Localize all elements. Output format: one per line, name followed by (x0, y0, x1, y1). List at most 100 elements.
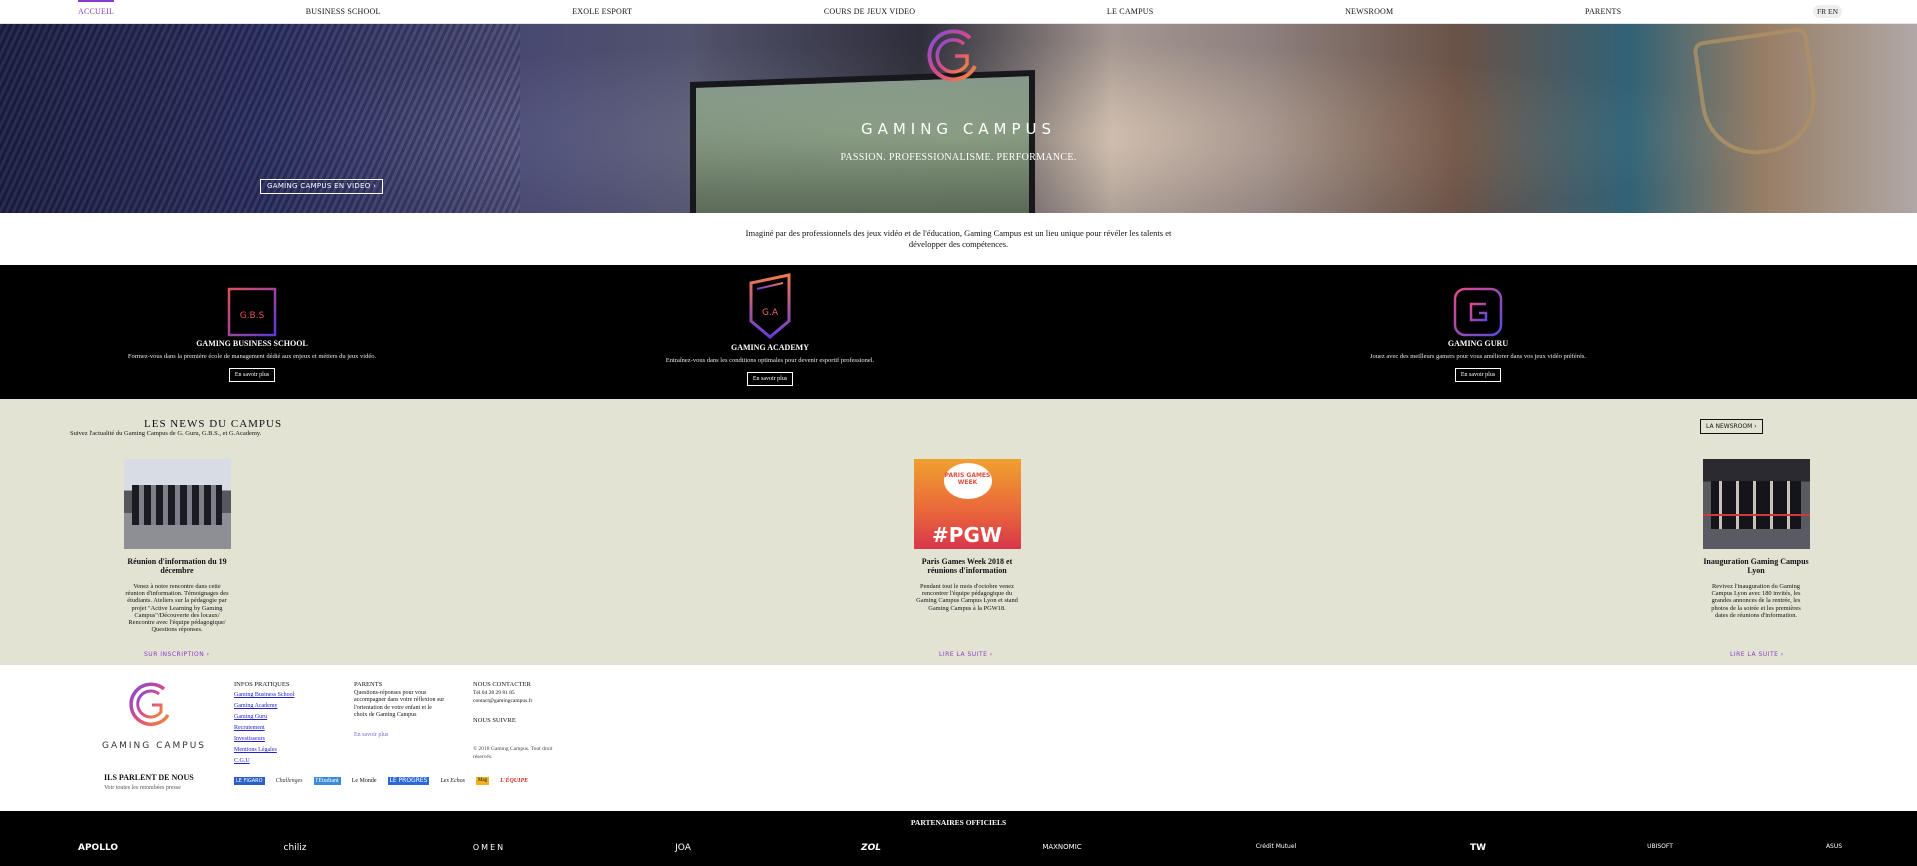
school-description: Formez-vous dans la première école de ma… (127, 353, 377, 360)
ribbon (1702, 514, 1810, 516)
people-photo (131, 485, 222, 525)
school-title: GAMING GURU (1447, 339, 1509, 348)
news-subtitle: Suivez l'actualité du Gaming Campus de G… (70, 430, 262, 437)
news-card-title[interactable]: Inauguration Gaming Campus Lyon (1696, 557, 1816, 575)
footer-link-academy[interactable]: Gaming Academy (234, 701, 324, 712)
partners-title: PARTENAIRES OFFICIELS (910, 818, 1007, 827)
language-switch[interactable]: FR EN (1812, 5, 1842, 18)
partner-logo-tw[interactable]: TW (1470, 843, 1486, 853)
footer-link-gbs[interactable]: Gaming Business School (234, 690, 324, 701)
school-title: GAMING BUSINESS SCHOOL (196, 339, 308, 348)
news-card-text: Venez à notre rencontre dans cette réuni… (125, 583, 229, 634)
nav-item-cours[interactable]: COURS DE JEUX VIDEO (824, 0, 915, 24)
hero-banner: GAMING CAMPUS PASSION. PROFESSIONALISME.… (0, 24, 1917, 213)
top-nav: ACCUEIL BUSINESS SCHOOL EXOLE ESPORT COU… (0, 0, 1917, 24)
news-title: LES NEWS DU CAMPUS (144, 418, 283, 430)
guru-icon (1453, 287, 1503, 337)
news-card[interactable]: Inauguration Gaming Campus Lyon Revivez … (1696, 459, 1816, 658)
intro-text: Imaginé par des professionnels des jeux … (745, 228, 1172, 249)
footer-parents-link[interactable]: En savoir plus (354, 730, 446, 741)
gbs-icon-label: G.B.S (240, 311, 265, 321)
news-card-link[interactable]: SUR INSCRIPTION › (144, 651, 210, 658)
press-logo-progres[interactable]: LE PROGRÈS (387, 777, 430, 785)
footer-logo-icon (129, 682, 170, 726)
news-card[interactable]: Réunion d'information du 19 décembre Ven… (117, 459, 237, 658)
nav-item-campus[interactable]: LE CAMPUS (1107, 0, 1153, 24)
school-academy: G.A GAMING ACADEMY Entraînez-vous dans l… (620, 273, 920, 386)
press-logo-lesechos[interactable]: Les Echos (438, 777, 467, 785)
footer-follow-title: NOUS SUIVRE (473, 717, 516, 724)
news-card-text: Revivez l'inauguration du Gaming Campus … (1711, 583, 1801, 619)
hero-title: GAMING CAMPUS (860, 120, 1057, 138)
nav-item-newsroom[interactable]: NEWSROOM (1345, 0, 1393, 24)
partner-logo-joa[interactable]: JOA (675, 843, 691, 853)
academy-icon-label: G.A (762, 308, 779, 318)
partner-logo-omen[interactable]: OMEN (473, 843, 505, 852)
press-logo-figaro[interactable]: LE FIGARO (234, 777, 265, 785)
footer-link-guru[interactable]: Gaming Guru (234, 712, 324, 723)
academy-more-button[interactable]: En savoir plus (746, 372, 794, 386)
partner-logo-maxnomic[interactable]: MAXNOMIC (1042, 843, 1081, 851)
footer-contact-column: NOUS CONTACTER Tél 04 28 29 81 85 contac… (473, 679, 553, 761)
news-card-title[interactable]: Réunion d'information du 19 décembre (117, 557, 237, 575)
guru-more-button[interactable]: En savoir plus (1454, 368, 1502, 382)
pgw-badge: PARIS GAMES WEEK (943, 463, 992, 499)
footer-parents-column: PARENTS Questions-réponses pour vous acc… (354, 679, 446, 741)
footer-email[interactable]: contact@gamingcampus.fr (473, 698, 553, 706)
press-title: ILS PARLENT DE NOUS (104, 773, 194, 782)
school-gbs: G.B.S GAMING BUSINESS SCHOOL Formez-vous… (100, 287, 404, 382)
footer-logo-text: GAMING CAMPUS (101, 741, 207, 751)
news-thumbnail-image[interactable] (123, 459, 231, 549)
nav-item-esport[interactable]: EXOLE ESPORT (572, 0, 632, 24)
footer-phone: Tél 04 28 29 81 85 (473, 690, 515, 696)
partner-logo-zol[interactable]: ZOL (861, 843, 881, 853)
news-thumbnail-image[interactable]: PARIS GAMES WEEK #PGW (913, 459, 1021, 549)
footer-infos-title: INFOS PRATIQUES (234, 681, 290, 688)
news-card-title[interactable]: Paris Games Week 2018 et réunions d'info… (907, 557, 1027, 575)
footer: GAMING CAMPUS ILS PARLENT DE NOUS Voir t… (0, 665, 1917, 811)
footer-contact-title: NOUS CONTACTER (473, 681, 531, 688)
partner-logo-ubisoft[interactable]: UBISOFT (1647, 843, 1673, 850)
press-link[interactable]: Voir toutes les retombées presse (104, 785, 181, 791)
pgw-hashtag: #PGW (932, 523, 1002, 547)
press-logo-lemonde[interactable]: Le Monde (350, 777, 379, 785)
footer-link-investisseurs[interactable]: Investisseurs (234, 734, 324, 745)
nav-item-business-school[interactable]: BUSINESS SCHOOL (306, 0, 381, 24)
gbs-more-button[interactable]: En savoir plus (228, 368, 276, 382)
academy-shield-icon: G.A (749, 273, 791, 339)
footer-copyright: © 2018 Gaming Campus. Tout droit réservé… (473, 746, 553, 760)
nav-item-parents[interactable]: PARENTS (1585, 0, 1621, 24)
school-title: GAMING ACADEMY (731, 343, 809, 352)
news-card[interactable]: PARIS GAMES WEEK #PGW Paris Games Week 2… (907, 459, 1027, 658)
footer-parents-text: Questions-réponses pour vous accompagner… (354, 690, 445, 719)
press-logo-challenges[interactable]: Challenges (274, 777, 305, 785)
news-section: LES NEWS DU CAMPUS Suivez l'actualité du… (0, 399, 1917, 665)
press-logo-etudiant[interactable]: l'Étudiant (313, 777, 341, 785)
footer-infos-column: INFOS PRATIQUES Gaming Business School G… (234, 679, 324, 767)
news-card-link[interactable]: LIRE LA SUITE › (939, 651, 993, 658)
footer-parents-title: PARENTS (354, 681, 383, 688)
footer-link-cgu[interactable]: C.G.U (234, 756, 324, 767)
footer-link-recrutement[interactable]: Recrutement (234, 723, 324, 734)
partner-logo-asus[interactable]: ASUS (1826, 843, 1842, 850)
partner-logo-apollo[interactable]: APOLLO (78, 843, 118, 853)
press-logo-mag[interactable]: Mag (475, 777, 490, 785)
school-description: Jouez avec des meilleurs gamers pour vou… (1369, 353, 1587, 360)
gaming-campus-logo-icon (927, 29, 977, 82)
video-button[interactable]: GAMING CAMPUS EN VIDEO › (260, 179, 384, 194)
news-card-text: Pendant tout le mois d'octobre venez ren… (916, 583, 1018, 612)
nav-item-accueil[interactable]: ACCUEIL (78, 0, 115, 24)
news-card-link[interactable]: LIRE LA SUITE › (1730, 651, 1784, 658)
footer-link-mentions[interactable]: Mentions Légales (234, 745, 324, 756)
press-logo-equipe[interactable]: L'ÉQUIPE (498, 777, 530, 785)
schools-section: G.B.S GAMING BUSINESS SCHOOL Formez-vous… (0, 265, 1917, 399)
gbs-icon: G.B.S (227, 287, 277, 337)
press-logos: LE FIGARO Challenges l'Étudiant Le Monde… (234, 777, 530, 785)
news-thumbnail-image[interactable] (1702, 459, 1810, 549)
partner-logo-chiliz[interactable]: chiliz (284, 843, 307, 853)
school-guru: GAMING GURU Jouez avec des meilleurs gam… (1328, 287, 1628, 382)
ribbon-cutting-photo (1710, 481, 1801, 529)
hero-tagline: PASSION. PROFESSIONALISME. PERFORMANCE. (840, 152, 1077, 163)
newsroom-button[interactable]: LA NEWSROOM › (1700, 419, 1763, 434)
partner-logo-credit-mutuel[interactable]: Crédit Mutuel (1256, 843, 1296, 850)
